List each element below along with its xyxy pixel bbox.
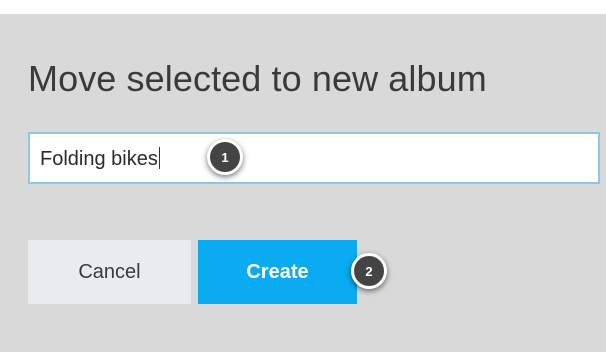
page-background-strip	[0, 0, 606, 14]
create-button[interactable]: Create	[198, 240, 357, 304]
text-caret	[158, 147, 160, 169]
step-callout-1: 1	[207, 139, 243, 175]
dialog-right-edge	[600, 132, 606, 184]
cancel-button[interactable]: Cancel	[28, 240, 191, 304]
step-callout-2: 2	[351, 253, 387, 289]
dialog-title: Move selected to new album	[28, 58, 487, 99]
step-callout-2-number: 2	[365, 263, 373, 279]
album-name-text: Folding bikes	[40, 148, 158, 170]
album-name-input[interactable]: Folding bikes	[28, 132, 600, 184]
step-callout-1-number: 1	[221, 149, 229, 165]
album-name-input-value: Folding bikes	[40, 147, 160, 171]
